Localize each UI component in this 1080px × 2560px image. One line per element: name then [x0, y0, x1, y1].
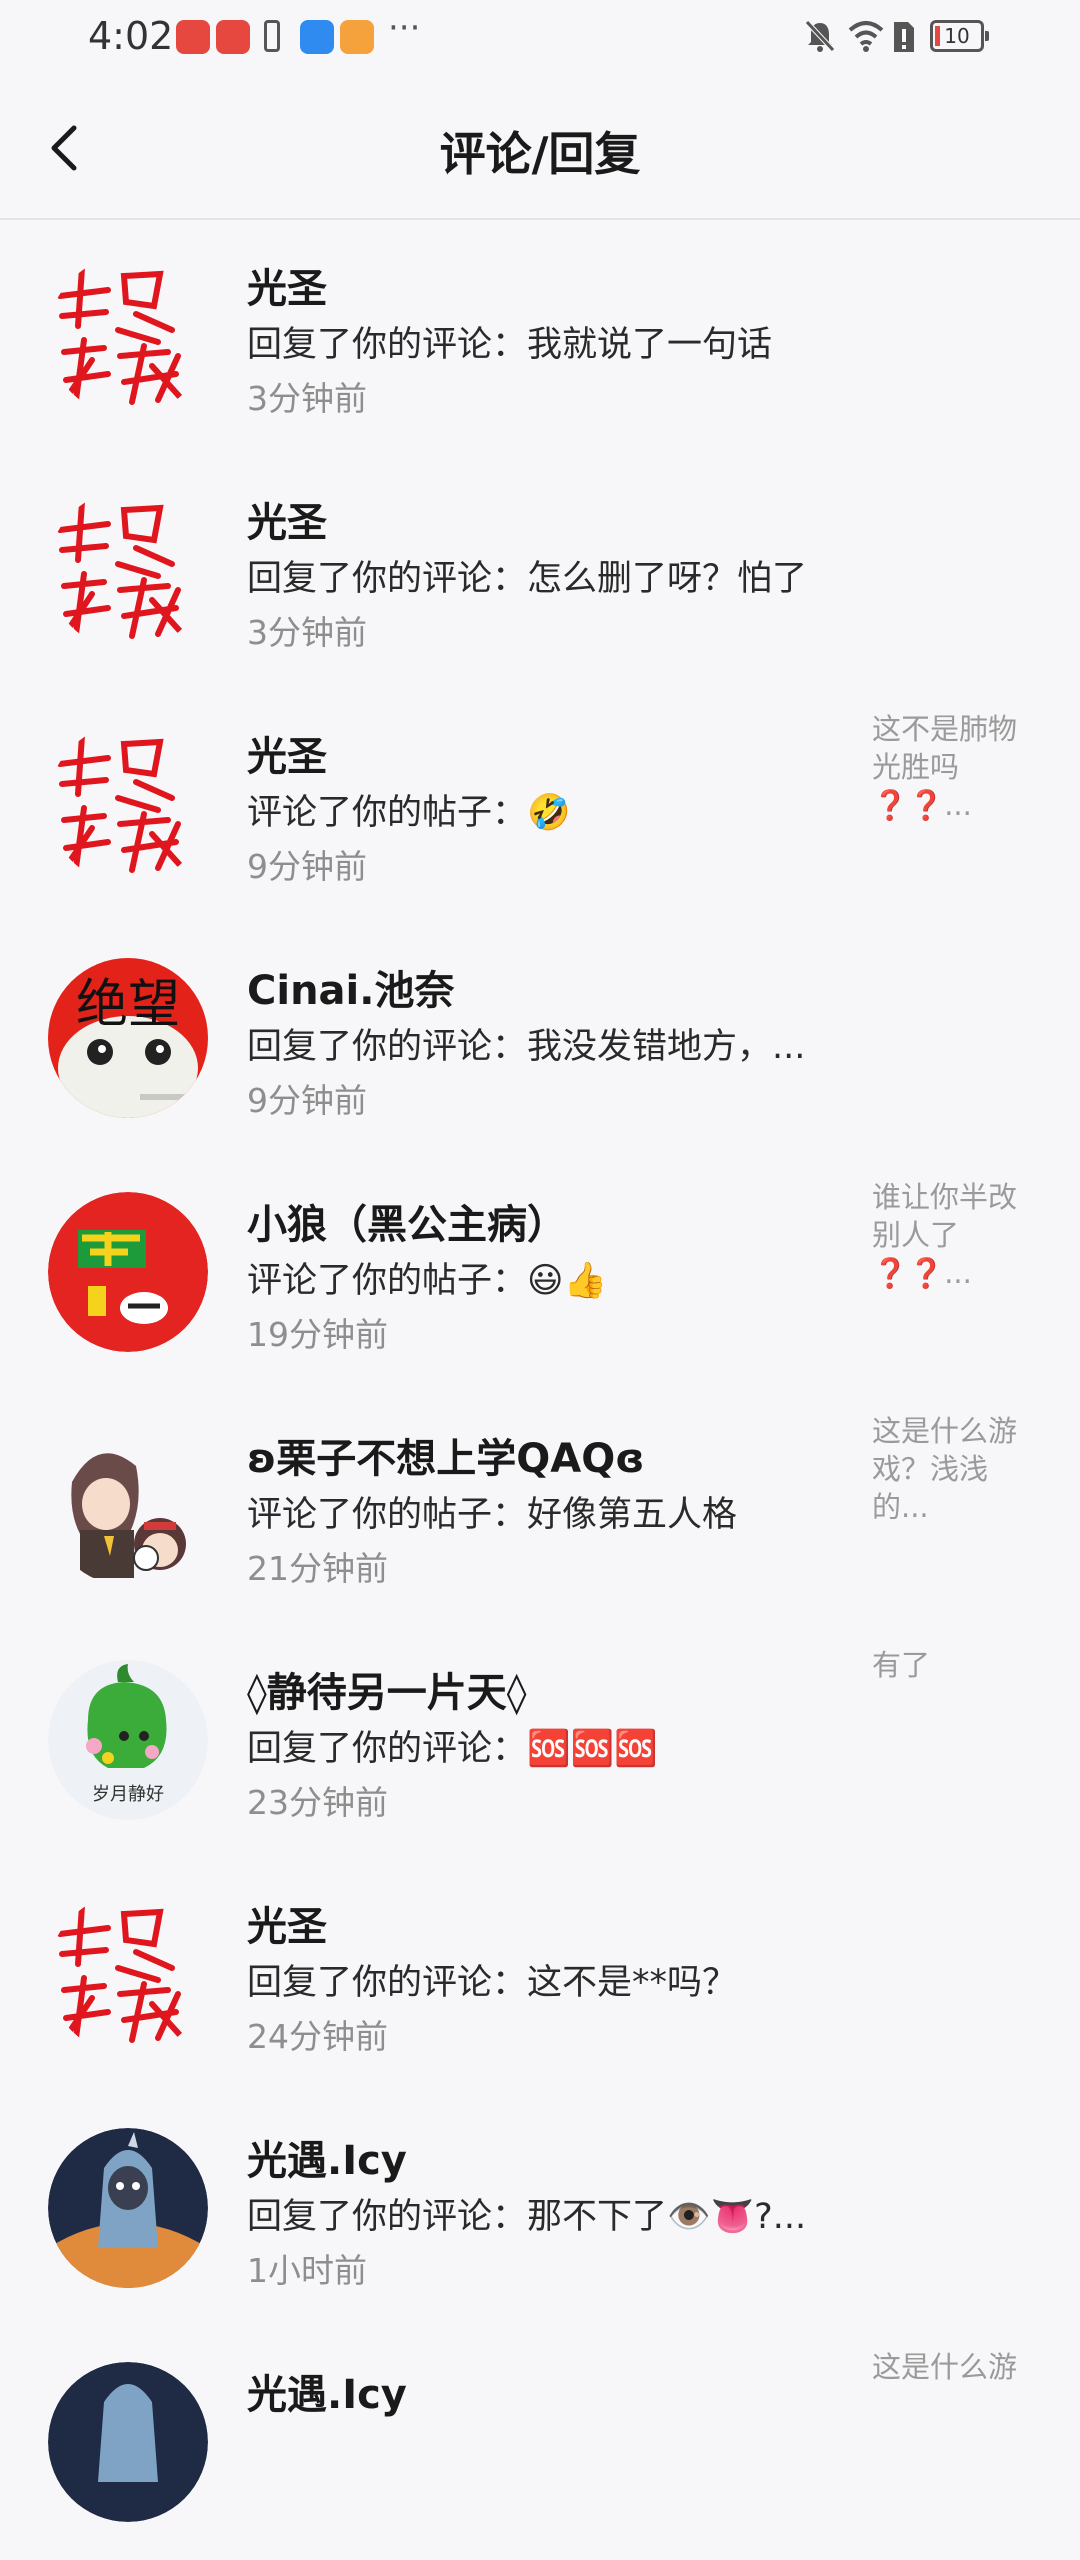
action-label: 评论了你的帖子： — [247, 1495, 528, 1535]
message-text: 😃👍 — [527, 1261, 608, 1301]
action-label: 评论了你的帖子： — [247, 1261, 528, 1301]
page-title: 评论/回复 — [439, 127, 641, 181]
notification-item[interactable]: 岁月静好 ◊静待另一片天◊ 回复了你的评论：🆘🆘🆘 23分钟前 有了 — [0, 1624, 1080, 1858]
notification-item[interactable]: 光遇.Icy 回复了你的评论：那不下了👁️👅?... 1小时前 — [0, 2092, 1080, 2326]
notification-content: 评论了你的帖子：😃👍 — [247, 1252, 607, 1303]
status-time: 4:02 — [88, 14, 174, 58]
user-name: 光圣 — [247, 1904, 327, 1950]
post-preview[interactable]: 有了 — [872, 1646, 1032, 1684]
message-text: 那不下了👁️👅?... — [527, 2197, 807, 2237]
user-name: ʚ栗子不想上学QAQɞ — [247, 1436, 645, 1482]
notification-content: 回复了你的评论：我没发错地方，... — [247, 1018, 805, 1069]
message-text: 我没发错地方，... — [527, 1027, 806, 1067]
notification-content: 回复了你的评论：这不是**吗？ — [247, 1954, 737, 2005]
post-preview[interactable]: 这不是肺物光胜吗❓❓... — [872, 710, 1032, 824]
avatar[interactable] — [48, 1426, 208, 1586]
timestamp: 3分钟前 — [247, 613, 367, 652]
notification-item[interactable]: 小狼（黑公主病） 评论了你的帖子：😃👍 19分钟前 谁让你半改别人了❓❓... — [0, 1156, 1080, 1390]
weather-app-icon — [300, 20, 334, 54]
action-label: 评论了你的帖子： — [247, 793, 528, 833]
notification-item[interactable]: ʚ栗子不想上学QAQɞ 评论了你的帖子：好像第五人格 21分钟前 这是什么游戏？… — [0, 1390, 1080, 1624]
avatar[interactable] — [48, 2128, 208, 2288]
post-preview[interactable]: 这是什么游戏？浅浅的... — [872, 1412, 1032, 1526]
user-name: 光遇.Icy — [247, 2138, 407, 2184]
action-label: 回复了你的评论： — [247, 1729, 528, 1769]
avatar[interactable] — [48, 724, 208, 884]
nav-bar: 评论/回复 — [0, 78, 1080, 220]
timestamp: 9分钟前 — [247, 847, 367, 886]
action-label: 回复了你的评论： — [247, 1963, 528, 2003]
more-notifications-icon: ··· — [388, 8, 421, 48]
notification-content: 评论了你的帖子：好像第五人格 — [247, 1486, 737, 1537]
user-name: 光遇.Icy — [247, 2372, 407, 2418]
avatar[interactable] — [48, 256, 208, 416]
huawei-app-icon — [176, 20, 210, 54]
avatar[interactable] — [48, 1894, 208, 2054]
message-text: 🤣 — [527, 793, 571, 833]
action-label: 回复了你的评论： — [247, 2197, 528, 2237]
wifi-icon — [848, 21, 884, 52]
huawei-app-icon — [216, 20, 250, 54]
timestamp: 19分钟前 — [247, 1315, 388, 1354]
user-name: Cinai.池奈 — [247, 968, 455, 1014]
user-name: ◊静待另一片天◊ — [247, 1670, 527, 1716]
user-name: 光圣 — [247, 734, 327, 780]
avatar[interactable]: 绝望 — [48, 958, 208, 1118]
notification-content: 评论了你的帖子：🤣 — [247, 784, 571, 835]
notification-content: 回复了你的评论：那不下了👁️👅?... — [247, 2188, 806, 2239]
timestamp: 3分钟前 — [247, 379, 367, 418]
action-label: 回复了你的评论： — [247, 559, 528, 599]
notification-item[interactable]: 光遇.Icy 这是什么游 — [0, 2326, 1080, 2560]
timestamp: 21分钟前 — [247, 1549, 388, 1588]
notification-list: 光圣 回复了你的评论：我就说了一句话 3分钟前 光圣 回复了你的评论：怎么删了呀… — [0, 220, 1080, 2560]
user-name: 小狼（黑公主病） — [247, 1202, 567, 1248]
bell-muted-icon — [805, 20, 835, 52]
action-label: 回复了你的评论： — [247, 1027, 528, 1067]
notification-content: 回复了你的评论：🆘🆘🆘 — [247, 1720, 658, 1771]
user-name: 光圣 — [247, 266, 327, 312]
timestamp: 23分钟前 — [247, 1783, 388, 1822]
avatar-text: 绝望 — [76, 975, 180, 1035]
video-app-icon — [340, 20, 374, 54]
notification-item[interactable]: 绝望 Cinai.池奈 回复了你的评论：我没发错地方，... 9分钟前 — [0, 922, 1080, 1156]
timestamp: 9分钟前 — [247, 1081, 367, 1120]
post-preview[interactable]: 谁让你半改别人了❓❓... — [872, 1178, 1032, 1292]
notification-content: 回复了你的评论：怎么删了呀？怕了 — [247, 550, 807, 601]
avatar[interactable] — [48, 2362, 208, 2522]
action-label: 回复了你的评论： — [247, 325, 528, 365]
avatar[interactable] — [48, 490, 208, 650]
message-text: 怎么删了呀？怕了 — [527, 559, 808, 599]
avatar[interactable]: 岁月静好 — [48, 1660, 208, 1820]
timestamp: 1小时前 — [247, 2251, 367, 2290]
message-text: 我就说了一句话 — [527, 325, 773, 365]
timestamp: 24分钟前 — [247, 2017, 388, 2056]
post-preview[interactable]: 这是什么游 — [872, 2348, 1032, 2386]
notification-content: 回复了你的评论：我就说了一句话 — [247, 316, 772, 367]
message-text: 好像第五人格 — [527, 1495, 738, 1535]
avatar[interactable] — [48, 1192, 208, 1352]
notification-item[interactable]: 光圣 回复了你的评论：我就说了一句话 3分钟前 — [0, 220, 1080, 454]
user-name: 光圣 — [247, 500, 327, 546]
battery-icon: 10 — [930, 20, 989, 52]
status-bar: 4:02 ··· 10 — [0, 0, 1080, 78]
sim-alert-icon — [894, 22, 914, 52]
notification-item[interactable]: 光圣 回复了你的评论：这不是**吗？ 24分钟前 — [0, 1858, 1080, 2092]
notification-item[interactable]: 光圣 回复了你的评论：怎么删了呀？怕了 3分钟前 — [0, 454, 1080, 688]
message-text: 这不是**吗？ — [527, 1963, 738, 2003]
notification-item[interactable]: 光圣 评论了你的帖子：🤣 9分钟前 这不是肺物光胜吗❓❓... — [0, 688, 1080, 922]
avatar-text: 岁月静好 — [92, 1784, 164, 1805]
message-text: 🆘🆘🆘 — [527, 1729, 658, 1769]
phone-icon — [264, 20, 280, 52]
battery-level: 10 — [944, 24, 970, 48]
